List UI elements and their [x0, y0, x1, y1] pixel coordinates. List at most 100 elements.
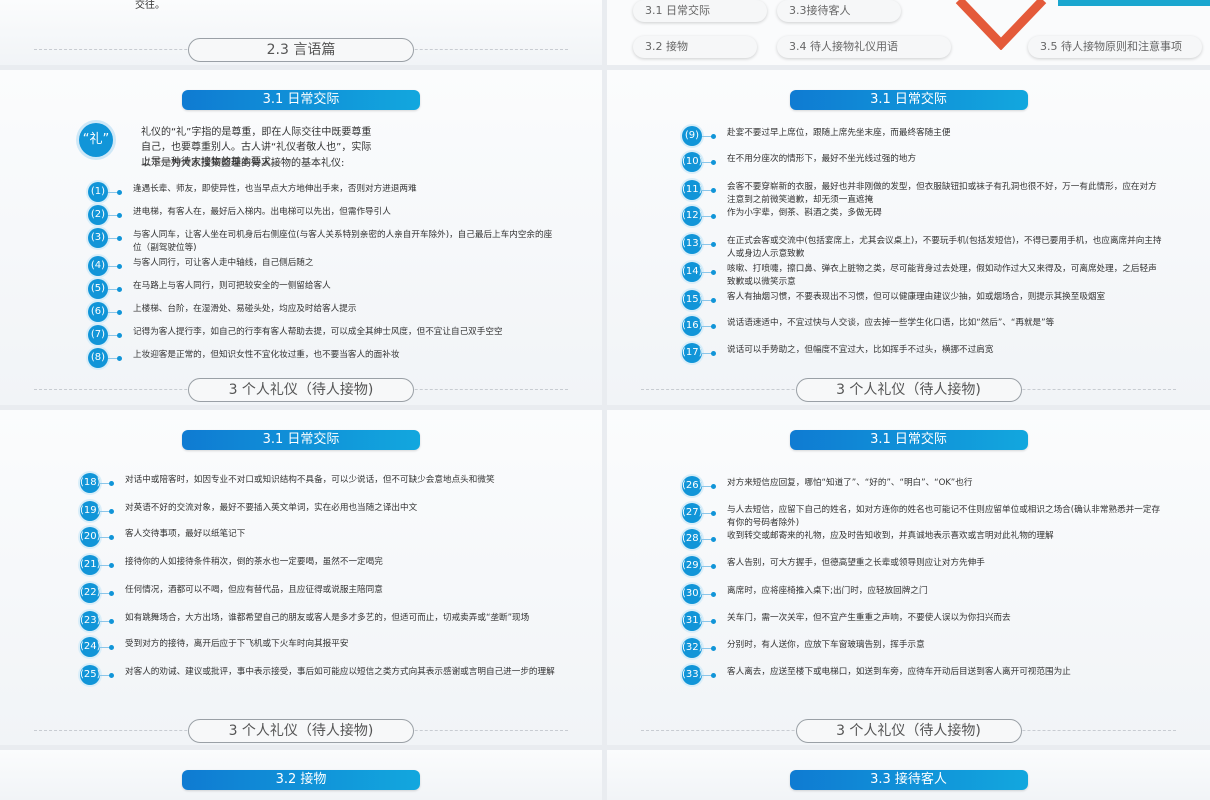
- bullet-dot: [117, 190, 122, 195]
- bullet-dot: [711, 270, 716, 275]
- item-text: 咳嗽、打喷嚏，擦口鼻、弹衣上脏物之类，尽可能背身过去处理，假如动作过大又来得及，…: [727, 264, 1157, 287]
- slide-top-right: 3.1 日常交际 3.3接待客人 3.2 接物 3.4 待人接物礼仪用语 3.5…: [607, 0, 1210, 65]
- list-item: (14) 咳嗽、打喷嚏，擦口鼻、弹衣上脏物之类，尽可能背身过去处理，假如动作过大又…: [682, 262, 1162, 287]
- item-number: (17): [682, 343, 703, 363]
- toc-item-3-1[interactable]: 3.1 日常交际: [633, 0, 767, 22]
- bullet-dot: [711, 646, 716, 651]
- item-text: 分别时，有人送你，应放下车窗玻璃告别，挥手示意: [727, 640, 925, 650]
- toc-item-3-3[interactable]: 3.3接待客人: [777, 0, 901, 22]
- item-text: 如有跳舞场合，大方出场，谁都希望自己的朋友或客人是多才多艺的，但适可而止，切戒卖…: [125, 613, 530, 623]
- list-item: (26) 对方来短信应回复，哪怕“知道了”、“好的”、“明白”、“OK”也行: [682, 476, 1162, 498]
- bullet-dot: [711, 134, 716, 139]
- bullet-dot: [117, 236, 122, 241]
- item-text: 在马路上与客人同行，则可把较安全的一侧留给客人: [133, 281, 331, 291]
- item-number: (32): [682, 638, 703, 658]
- item-text: 离席时，应将座椅推入桌下;出门时，应轻放回牌之门: [727, 586, 928, 596]
- list-item: (6) 上楼梯、台阶，在湿滑处、易碰头处，均应及时给客人提示: [88, 302, 558, 324]
- list-item: (21) 接待你的人如接待条件稍次，倒的茶水也一定要喝，虽然不一定喝完: [80, 555, 560, 577]
- item-text: 受到对方的接待，离开后应于下飞机或下火车时向其报平安: [125, 639, 349, 649]
- toc-item-3-4[interactable]: 3.4 待人接物礼仪用语: [777, 36, 951, 58]
- item-number: (25): [80, 665, 101, 685]
- bullet-dot: [711, 214, 716, 219]
- list-item: (16) 说话语速适中，不宜过快与人交谈，应去掉一些学生化口语，比如“然后”、“再…: [682, 316, 1162, 338]
- slide-bottom-right: 3.3 接待客人: [607, 750, 1210, 800]
- item-text: 在正式会客或交流中(包括宴席上，尤其会议桌上)，不要玩手机(包括发短信)，不得已…: [727, 236, 1162, 259]
- item-text: 关车门，需一次关牢，但不宜产生重重之声响，不要使人误以为你扫兴而去: [727, 613, 1011, 623]
- item-text: 接待你的人如接待条件稍次，倒的茶水也一定要喝，虽然不一定喝完: [125, 557, 383, 567]
- item-number: (3): [88, 228, 108, 248]
- slide-title: 3.1 日常交际: [789, 90, 1028, 110]
- bullet-dot: [117, 356, 122, 361]
- list-item: (20) 客人交待事项，最好以纸笔记下: [80, 527, 560, 549]
- bullet-dot: [117, 213, 122, 218]
- slide-title: 3.3 接待客人: [789, 770, 1028, 790]
- item-text: 任何情况，酒都可以不喝，但应有替代品，且应征得或说服主陪同意: [125, 585, 383, 595]
- footer-section-label[interactable]: 3 个人礼仪（待人接物): [188, 378, 414, 402]
- item-text: 上楼梯、台阶，在湿滑处、易碰头处，均应及时给客人提示: [133, 304, 357, 314]
- bullet-dot: [109, 619, 114, 624]
- item-text: 赴宴不要过早上席位，跟随上席先坐末座，而最终客随主便: [727, 128, 951, 138]
- item-number: (29): [682, 556, 703, 576]
- list-item: (28) 收到转交或邮寄来的礼物，应及时告知收到，并真诚地表示喜欢或言明对此礼物…: [682, 529, 1162, 551]
- item-number: (33): [682, 665, 703, 685]
- list-item: (24) 受到对方的接待，离开后应于下飞机或下火车时向其报平安: [80, 637, 560, 659]
- list-item: (9) 赴宴不要过早上席位，跟随上席先坐末座，而最终客随主便: [682, 126, 1162, 148]
- footer-section-label[interactable]: 3 个人礼仪（待人接物): [795, 719, 1022, 743]
- toc-item-3-5[interactable]: 3.5 待人接物原则和注意事项: [1028, 36, 1202, 58]
- item-number: (13): [682, 234, 703, 254]
- list-item: (11) 会客不要穿崭新的衣服，最好也并非刚做的发型，但衣服缺钮扣或袜子有孔洞也很…: [682, 180, 1162, 205]
- item-number: (26): [682, 476, 703, 496]
- slide-title: 3.1 日常交际: [182, 430, 420, 450]
- bullet-dot: [711, 537, 716, 542]
- list-item: (27) 与人去短信，应留下自己的姓名，如对方连你的姓名也可能记不住则应留单位或相…: [682, 503, 1162, 528]
- slide-daily-1: 3.1 日常交际 “礼” 礼仪的“礼”字指的是尊重，即在人际交往中既要尊重自己，…: [0, 70, 602, 405]
- item-text: 对英语不好的交流对象，最好不要插入英文单词，实在必用也当随之译出中文: [125, 503, 418, 513]
- item-number: (10): [682, 152, 703, 172]
- item-number: (15): [682, 290, 703, 310]
- slide-title: 3.1 日常交际: [789, 430, 1028, 450]
- item-text: 说话语速适中，不宜过快与人交谈，应去掉一些学生化口语，比如“然后”、“再就是”等: [727, 318, 1055, 328]
- item-number: (14): [682, 262, 703, 282]
- item-number: (28): [682, 529, 703, 549]
- item-text: 说话可以手势助之，但幅度不宜过大，比如挥手不过头，横挪不过肩宽: [727, 345, 994, 355]
- list-item: (7) 记得为客人提行李，如自己的行李有客人帮助去提，可以成全其绅士风度，但不宜让…: [88, 325, 558, 347]
- item-text: 对方来短信应回复，哪怕“知道了”、“好的”、“明白”、“OK”也行: [727, 478, 973, 488]
- list-item: (2) 进电梯，有客人在，最好后入梯内。出电梯可以先出，但需作导引人: [88, 205, 558, 227]
- slide-bottom-left: 3.2 接物: [0, 750, 602, 800]
- item-text: 客人有抽烟习惯，不要表现出不习惯，但可以健康理由建议少抽，如或烟场合，则提示其换…: [727, 292, 1106, 302]
- list-item: (23) 如有跳舞场合，大方出场，谁都希望自己的朋友或客人是多才多艺的，但适可而止…: [80, 611, 560, 633]
- list-item: (33) 客人离去，应送至楼下或电梯口，如送到车旁，应待车开动后目送到客人离开可视…: [682, 665, 1162, 687]
- item-number: (1): [88, 182, 108, 202]
- item-number: (30): [682, 584, 703, 604]
- item-number: (19): [80, 501, 101, 521]
- bullet-dot: [117, 264, 122, 269]
- item-number: (5): [88, 279, 108, 299]
- item-text: 对客人的劝诫、建议或批评，事中表示接受，事后如可能应以短信之类方式向其表示感谢或…: [125, 667, 555, 677]
- item-number: (18): [80, 473, 101, 493]
- item-text: 在不用分座次的情形下，最好不坐光线过强的地方: [727, 154, 917, 164]
- bullet-dot: [117, 333, 122, 338]
- list-item: (8) 上妆迎客是正常的，但知识女性不宜化妆过重，也不要当客人的面补妆: [88, 348, 558, 370]
- slide-text-fragment: 交往。: [135, 0, 165, 11]
- item-text: 记得为客人提行李，如自己的行李有客人帮助去提，可以成全其绅士风度，但不宜让自己双…: [133, 327, 503, 337]
- list-item: (19) 对英语不好的交流对象，最好不要插入英文单词，实在必用也当随之译出中文: [80, 501, 560, 523]
- bullet-dot: [711, 619, 716, 624]
- item-text: 逢遇长辈、师友，即使异性，也当早点大方地伸出手来，否则对方进退两难: [133, 184, 417, 194]
- list-item: (13) 在正式会客或交流中(包括宴席上，尤其会议桌上)，不要玩手机(包括发短信)…: [682, 234, 1162, 259]
- slide-daily-4: 3.1 日常交际 (26) 对方来短信应回复，哪怕“知道了”、“好的”、“明白”…: [607, 410, 1210, 745]
- toc-item-3-2[interactable]: 3.2 接物: [633, 36, 757, 58]
- list-item: (3) 与客人同车，让客人坐在司机身后右侧座位(与客人关系特别亲密的人亲自开车除外…: [88, 228, 558, 253]
- footer-section-label[interactable]: 3 个人礼仪（待人接物): [795, 378, 1022, 402]
- footer-section-label[interactable]: 3 个人礼仪（待人接物): [188, 719, 414, 743]
- li-character-badge: “礼”: [79, 123, 113, 157]
- list-item: (30) 离席时，应将座椅推入桌下;出门时，应轻放回牌之门: [682, 584, 1162, 606]
- footer-section-label[interactable]: 2.3 言语篇: [188, 38, 414, 62]
- item-number: (20): [80, 527, 101, 547]
- bullet-dot: [711, 324, 716, 329]
- bullet-dot: [109, 509, 114, 514]
- slide-title: 3.1 日常交际: [182, 90, 420, 110]
- bullet-dot: [109, 535, 114, 540]
- teal-accent-bar: [1058, 0, 1210, 6]
- item-number: (6): [88, 302, 108, 322]
- list-item: (25) 对客人的劝诫、建议或批评，事中表示接受，事后如可能应以短信之类方式向其表…: [80, 665, 560, 687]
